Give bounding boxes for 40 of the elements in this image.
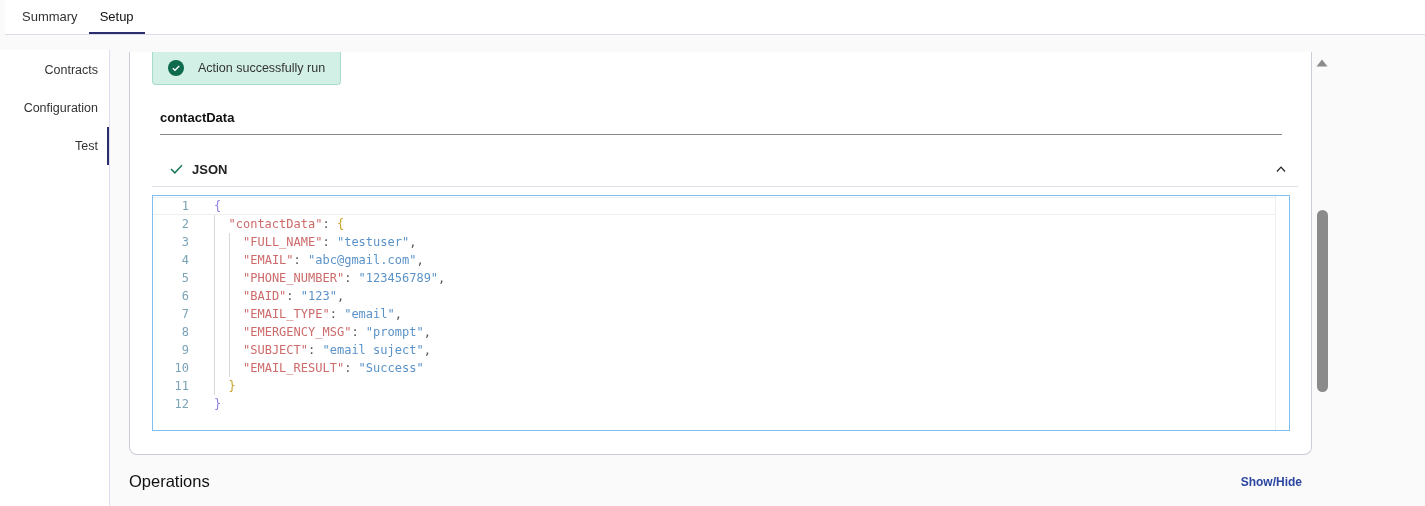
line-number: 2 xyxy=(180,217,189,231)
line-number: 3 xyxy=(180,235,189,249)
code-line: "contactData": { xyxy=(228,217,345,231)
code-line: "SUBJECT": "email suject", xyxy=(243,343,431,357)
code-line: { xyxy=(214,199,222,213)
line-number: 4 xyxy=(180,253,189,267)
tab[interactable]: Setup xyxy=(88,0,145,34)
section-title: Operations xyxy=(129,472,210,491)
line-number: 5 xyxy=(180,271,189,285)
show-hide-link[interactable]: Show/Hide xyxy=(1240,474,1302,489)
code-line: "PHONE_NUMBER": "123456789", xyxy=(243,271,446,285)
line-number: 11 xyxy=(173,379,189,393)
code-line: "EMAIL_TYPE": "email", xyxy=(243,307,402,321)
scroll-up-icon[interactable] xyxy=(1316,59,1328,67)
scrollbar-thumb[interactable] xyxy=(1316,210,1328,392)
code-editor[interactable] xyxy=(152,195,1290,431)
code-line: "FULL_NAME": "testuser", xyxy=(243,235,417,249)
code-line: } xyxy=(214,397,222,411)
check-icon xyxy=(170,164,183,174)
line-number: 9 xyxy=(180,343,189,357)
code-line: "EMAIL_RESULT": "Success" xyxy=(243,361,424,375)
code-line: "BAID": "123", xyxy=(243,289,345,303)
line-number: 12 xyxy=(173,397,189,411)
sidebar-item[interactable]: Contracts xyxy=(0,51,109,89)
accordion-header[interactable]: JSON xyxy=(152,152,1298,187)
line-number: 1 xyxy=(180,199,189,213)
chevron-icon xyxy=(1276,166,1286,172)
sidebar-item[interactable]: Configuration xyxy=(0,89,109,127)
tab[interactable]: Summary xyxy=(11,0,89,34)
code-line: } xyxy=(228,379,236,393)
code-line: "EMAIL": "abc@gmail.com", xyxy=(243,253,424,267)
alert-text: Action successfully run xyxy=(198,61,326,75)
line-number: 8 xyxy=(180,325,189,339)
field-label: contactData xyxy=(160,110,1282,135)
line-number: 6 xyxy=(180,289,189,303)
check-circle-icon xyxy=(168,60,184,76)
line-number: 10 xyxy=(173,361,189,375)
sidebar-item[interactable]: Test xyxy=(0,127,109,165)
line-number: 7 xyxy=(180,307,189,321)
code-line: "EMERGENCY_MSG": "prompt", xyxy=(243,325,431,339)
